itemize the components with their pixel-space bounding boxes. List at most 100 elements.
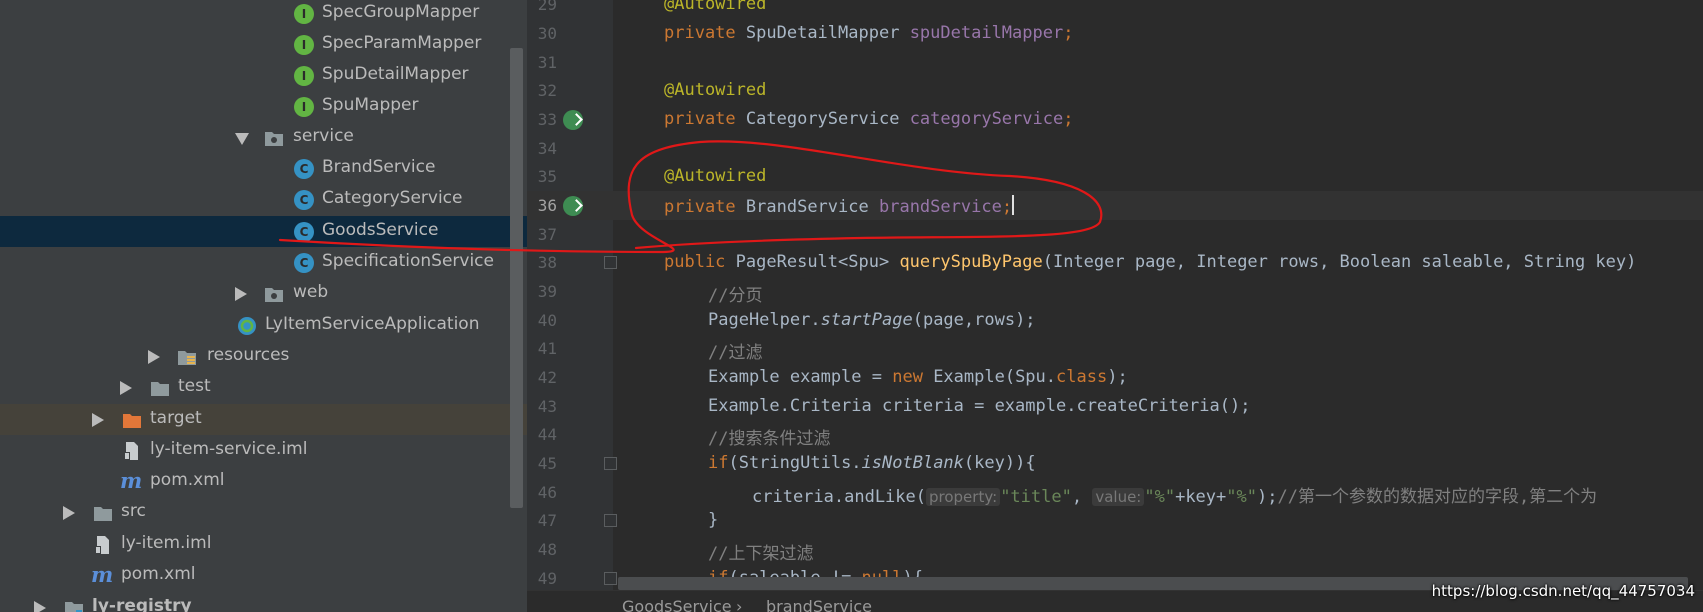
code-text: //分页: [708, 286, 763, 306]
fold-marker-icon[interactable]: [604, 457, 617, 470]
class-icon: C: [294, 190, 314, 210]
maven-icon: m: [91, 562, 114, 587]
tree-item-label: SpecificationService: [322, 251, 494, 271]
code-line: 44 //搜索条件过滤: [527, 420, 1703, 449]
package-folder-icon: [265, 288, 283, 302]
code-text: //搜索条件过滤: [708, 429, 831, 449]
spring-boot-class-icon: [238, 317, 256, 335]
line-number: 41: [537, 339, 557, 358]
code-line: 32 @Autowired: [527, 76, 1703, 105]
tree-item-web[interactable]: web: [0, 278, 527, 309]
interface-icon: I: [294, 4, 314, 24]
code-line: 46 criteria.andLike(property: "title", va…: [527, 478, 1703, 507]
navigate-to-bean-icon[interactable]: [563, 196, 583, 216]
tree-item-ly-item-iml[interactable]: ly-item.iml: [0, 529, 527, 560]
code-text: private BrandService brandService;: [664, 195, 1015, 217]
tree-item-label: SpecParamMapper: [322, 33, 482, 53]
line-number: 32: [537, 81, 557, 100]
line-number: 47: [537, 511, 557, 530]
code-line: 43 Example.Criteria criteria = example.c…: [527, 392, 1703, 421]
line-number: 38: [537, 253, 557, 272]
iml-file-icon: [124, 442, 138, 460]
tree-item-resources[interactable]: resources: [0, 341, 527, 372]
tree-item-label: SpuDetailMapper: [322, 64, 469, 84]
tree-item-label: BrandService: [322, 157, 436, 177]
code-text: if(StringUtils.isNotBlank(key)){: [708, 453, 1036, 473]
tree-item-pom-xml-root[interactable]: m pom.xml: [0, 560, 527, 591]
code-line: 48 //上下架过滤: [527, 535, 1703, 564]
code-text: criteria.andLike(property: "title", value…: [752, 487, 1598, 507]
tree-item-src[interactable]: src: [0, 497, 527, 528]
maven-icon: m: [120, 468, 143, 493]
breadcrumb-separator: ›: [736, 597, 743, 612]
resources-folder-icon: [178, 351, 196, 365]
fold-marker-icon[interactable]: [604, 256, 617, 269]
breadcrumb-class[interactable]: GoodsService: [622, 597, 732, 612]
tree-item-label: ly-item-service.iml: [150, 439, 308, 459]
breadcrumb-member[interactable]: brandService: [766, 597, 872, 612]
chevron-right-icon[interactable]: [120, 381, 132, 395]
class-icon: C: [294, 222, 314, 242]
code-line: 38 public PageResult<Spu> querySpuByPage…: [527, 248, 1703, 277]
chevron-down-icon[interactable]: [235, 133, 249, 145]
code-text: Example.Criteria criteria = example.crea…: [708, 396, 1251, 416]
chevron-right-icon[interactable]: [92, 413, 104, 427]
tree-item-pom-xml[interactable]: m pom.xml: [0, 466, 527, 497]
code-line: 30 private SpuDetailMapper spuDetailMapp…: [527, 19, 1703, 48]
code-text: @Autowired: [664, 166, 767, 186]
tree-item-spudetailmapper[interactable]: I SpuDetailMapper: [0, 60, 527, 91]
code-text: //过滤: [708, 343, 763, 363]
code-line: 47 }: [527, 506, 1703, 535]
tree-item-specgroupmapper[interactable]: I SpecGroupMapper: [0, 0, 527, 29]
navigate-to-bean-icon[interactable]: [563, 110, 583, 130]
line-number: 35: [537, 167, 557, 186]
module-folder-icon: [65, 602, 83, 612]
line-number: 42: [537, 368, 557, 387]
code-text: PageHelper.startPage(page,rows);: [708, 310, 1036, 330]
tree-item-specificationservice[interactable]: C SpecificationService: [0, 247, 527, 278]
tree-item-categoryservice[interactable]: C CategoryService: [0, 184, 527, 215]
tree-item-brandservice[interactable]: C BrandService: [0, 153, 527, 184]
parameter-hint: property:: [926, 488, 1001, 506]
package-folder-icon: [265, 132, 283, 146]
code-editor[interactable]: 29 @Autowired 30 private SpuDetailMapper…: [527, 0, 1703, 612]
tree-item-label: web: [293, 282, 329, 302]
watermark: https://blog.csdn.net/qq_44757034: [1431, 582, 1695, 600]
tree-item-label: test: [178, 376, 211, 396]
tree-item-test[interactable]: test: [0, 372, 527, 403]
tree-item-spumapper[interactable]: I SpuMapper: [0, 91, 527, 122]
tree-item-label: target: [150, 408, 202, 428]
project-tree-panel: I SpecGroupMapper I SpecParamMapper I Sp…: [0, 0, 527, 612]
interface-icon: I: [294, 66, 314, 86]
line-number: 48: [537, 540, 557, 559]
tree-item-label: SpuMapper: [322, 95, 419, 115]
line-number: 31: [537, 53, 557, 72]
line-number: 29: [537, 0, 557, 14]
tree-item-ly-item-service-iml[interactable]: ly-item-service.iml: [0, 435, 527, 466]
code-text: @Autowired: [664, 0, 767, 14]
tree-item-specparammapper[interactable]: I SpecParamMapper: [0, 29, 527, 60]
chevron-right-icon[interactable]: [34, 601, 46, 612]
tree-item-lyitemserviceapplication[interactable]: LyItemServiceApplication: [0, 310, 527, 341]
chevron-right-icon[interactable]: [148, 350, 160, 364]
code-line-current: 36 private BrandService brandService;: [527, 191, 1703, 220]
text-caret: [1012, 195, 1015, 215]
chevron-right-icon[interactable]: [63, 506, 75, 520]
fold-marker-icon[interactable]: [604, 572, 617, 585]
tree-item-label: CategoryService: [322, 188, 463, 208]
tree-vertical-scrollbar[interactable]: [510, 48, 523, 508]
tree-item-label: GoodsService: [322, 220, 439, 240]
fold-marker-icon[interactable]: [604, 514, 617, 527]
code-line: 42 Example example = new Example(Spu.cla…: [527, 363, 1703, 392]
line-number: 30: [537, 24, 557, 43]
tree-item-service[interactable]: service: [0, 122, 527, 153]
line-number: 45: [537, 454, 557, 473]
tree-item-goodsservice[interactable]: C GoodsService: [0, 216, 527, 247]
chevron-right-icon[interactable]: [235, 287, 247, 301]
line-number: 46: [537, 483, 557, 502]
line-number: 40: [537, 311, 557, 330]
line-number: 49: [537, 569, 557, 588]
tree-item-target[interactable]: target: [0, 404, 527, 435]
code-text: @Autowired: [664, 80, 767, 100]
tree-item-ly-registry[interactable]: ly-registry: [0, 592, 527, 612]
